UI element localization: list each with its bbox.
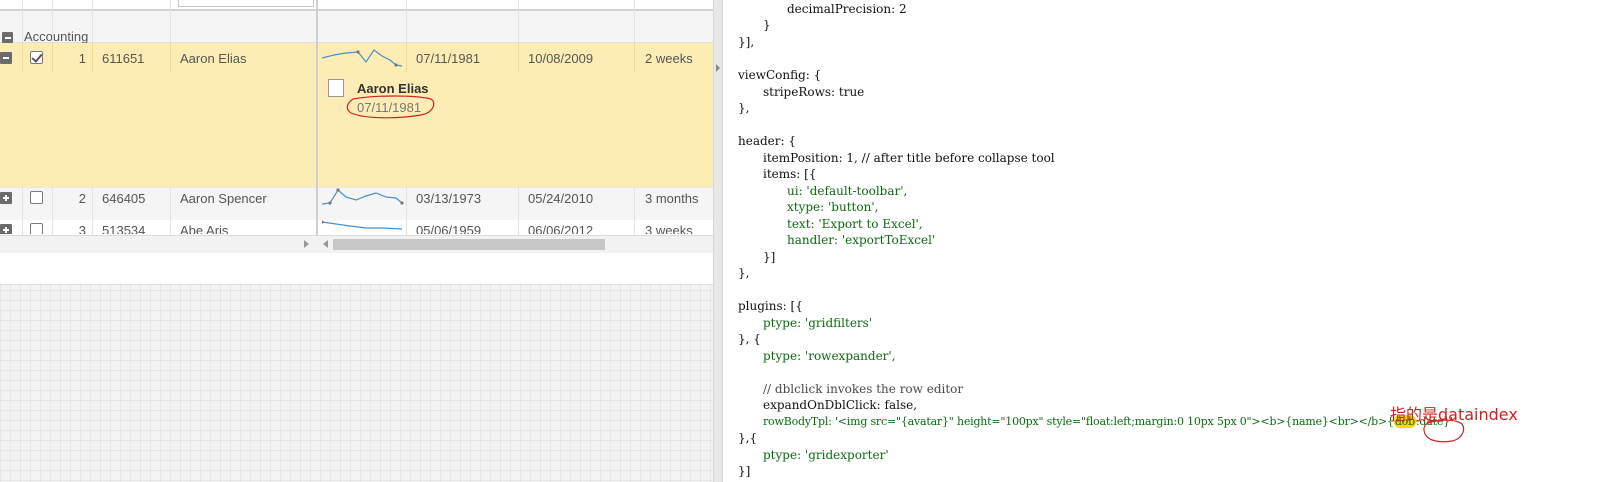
row-duration: 3 weeks [645,223,693,234]
code-line: text: 'Export to Excel', [787,217,923,231]
row-number: 3 [78,223,86,234]
scrollbar-thumb[interactable] [333,239,605,250]
row-join-date: 06/06/2012 [528,223,594,234]
row-id: 611651 [102,51,145,66]
row-number: 1 [78,51,86,66]
code-line: header: { [738,134,796,148]
group-label: Accounting [24,29,89,44]
group-header-row[interactable]: Accounting [0,11,718,44]
code-line: }, [738,101,750,115]
row-checkbox[interactable] [30,191,43,204]
code-line: xtype: 'button', [787,200,879,214]
row-number: 2 [78,191,86,206]
sparkline-chart [322,49,403,67]
scroll-left-icon[interactable] [323,240,328,248]
code-line: ptype: 'gridfilters' [763,316,873,330]
row-join-date: 05/24/2010 [528,191,594,206]
row-name: Abe Aris [180,223,229,234]
grid-header [0,0,718,11]
column-filter-input[interactable] [178,0,314,7]
row-expand-icon[interactable] [0,192,12,204]
code-line: } [763,18,771,32]
scroll-right-icon[interactable] [304,240,309,248]
table-row[interactable]: 2 646405 Aaron Spencer 03/13/1973 05/24/… [0,187,718,220]
code-line: },{ [738,431,758,445]
grid-body: Accounting 1 611651 Aaron Elias 07/11/19… [0,0,718,285]
row-checkbox[interactable] [30,51,43,64]
collapse-arrow-icon[interactable] [716,64,720,72]
grid-panel: Accounting 1 611651 Aaron Elias 07/11/19… [0,0,718,482]
code-line: items: [{ [763,167,817,181]
group-collapse-icon[interactable] [2,32,13,43]
row-dob: 03/13/1973 [416,191,482,206]
row-collapse-icon[interactable] [0,52,12,64]
row-duration: 2 weeks [645,51,693,66]
code-line: }, [738,266,750,280]
code-comment: // dblclick invokes the row editor [763,382,964,396]
code-line: handler: 'exportToExcel' [787,233,936,247]
code-line: }] [738,464,751,478]
dob-annotation-circle [346,95,435,119]
row-dob: 07/11/1981 [416,51,481,66]
row-join-date: 10/08/2009 [528,51,594,66]
code-line: plugins: [{ [738,299,803,313]
row-name: Aaron Elias [180,51,247,66]
row-checkbox[interactable] [30,223,43,234]
horizontal-scrollbar[interactable] [0,235,718,254]
avatar-image [328,79,344,97]
table-row[interactable]: 3 513534 Abe Aris 05/06/1959 06/06/2012 … [0,220,718,234]
row-duration: 3 months [645,191,699,206]
code-line: decimalPrecision: 2 [787,2,907,16]
code-line: }, { [738,332,761,346]
row-id: 513534 [102,223,146,234]
code-line-rowbodytpl: rowBodyTpl: '<img src="{avatar}" height=… [763,415,1453,428]
code-line: expandOnDblClick: false, [763,398,918,412]
code-line: stripeRows: true [763,85,865,99]
sparkline-chart [322,220,403,230]
code-line: ptype: 'gridexporter' [763,448,889,462]
code-line: ui: 'default-toolbar', [787,184,908,198]
expander-name: Aaron Elias [357,81,429,96]
code-line: ptype: 'rowexpander', [763,349,896,363]
row-expand-icon[interactable] [0,224,12,234]
code-line: }], [738,35,755,49]
row-name: Aaron Spencer [180,191,267,206]
annotation-circle [1423,419,1465,443]
row-id: 646405 [102,191,146,206]
sparkline-chart [322,188,404,205]
code-line: viewConfig: { [738,68,822,82]
code-line: }] [763,250,776,264]
code-line: itemPosition: 1, // after title before c… [763,151,1055,165]
panel-splitter[interactable] [713,0,723,482]
summary-row [0,253,718,285]
row-dob: 05/06/1959 [416,223,482,234]
